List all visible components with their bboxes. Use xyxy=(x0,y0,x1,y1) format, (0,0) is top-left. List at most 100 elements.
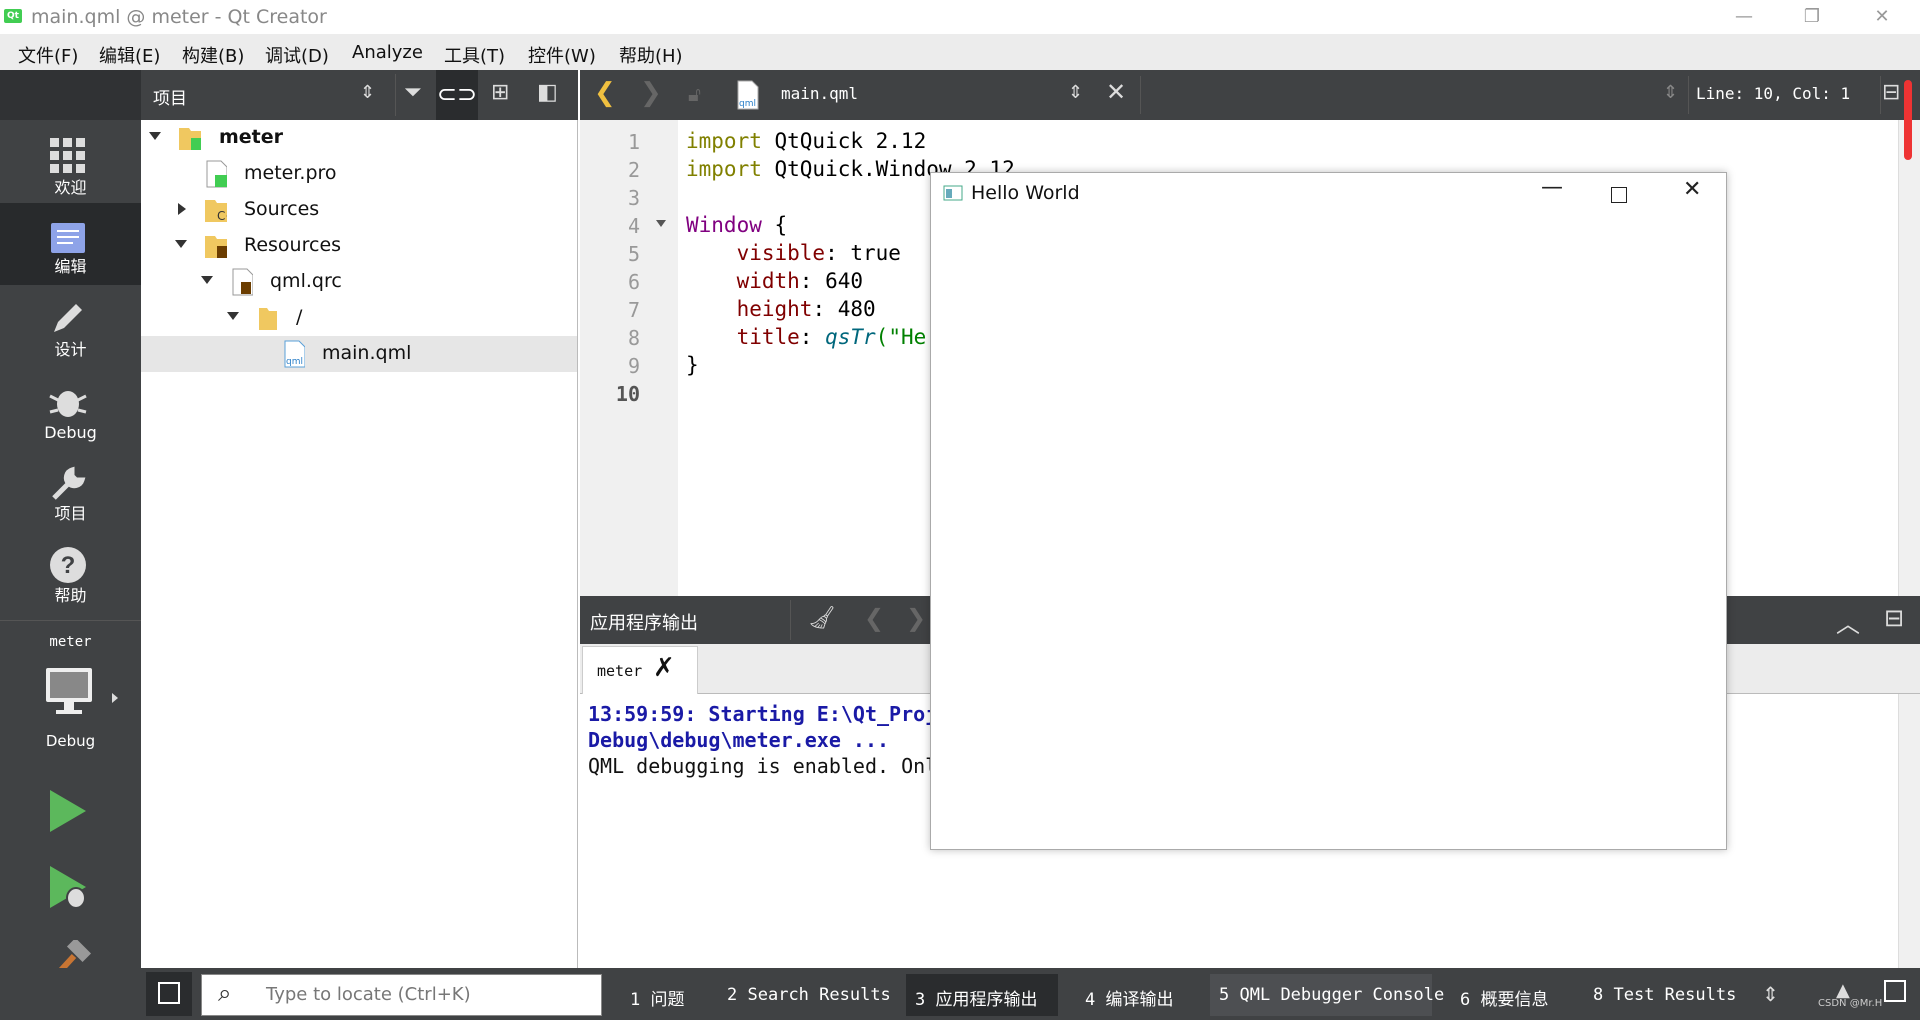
tree-item-resources[interactable]: Resources xyxy=(141,228,577,264)
status-tab-app-output[interactable]: 3 应用程序输出 xyxy=(915,985,1038,1010)
back-icon[interactable]: ❮ xyxy=(594,78,616,108)
menu-build[interactable]: 构建(B) xyxy=(182,42,244,68)
collapse-arrow-icon[interactable] xyxy=(227,312,239,320)
collapse-arrow-icon[interactable] xyxy=(201,276,213,284)
line-number: 4 xyxy=(627,214,640,238)
split-icon[interactable]: ⊞ xyxy=(491,80,509,105)
close-document-icon[interactable]: ✕ xyxy=(1106,78,1126,106)
qt-logo-icon: Qt xyxy=(4,9,22,23)
minimize-button[interactable]: — xyxy=(1714,0,1774,34)
filter-icon[interactable]: ⏷ xyxy=(404,80,422,105)
status-tab-compile-output[interactable]: 4 编译输出 xyxy=(1085,985,1174,1010)
output-line: 13:59:59: Starting E:\Qt_Proj xyxy=(588,702,938,726)
debug-run-button[interactable] xyxy=(48,864,92,916)
close-button[interactable]: ✕ xyxy=(1852,0,1912,34)
close-sidebar-icon[interactable]: ◧ xyxy=(537,80,558,105)
cursor-position[interactable]: Line: 10, Col: 1 xyxy=(1696,84,1850,103)
status-tab-general-messages[interactable]: 6 概要信息 xyxy=(1460,985,1549,1010)
tree-label: Sources xyxy=(244,198,320,220)
link-with-editor-icon[interactable]: ⊂⊃ xyxy=(436,70,478,120)
symbol-combo-arrow-icon[interactable]: ⇕ xyxy=(1663,82,1678,103)
open-file-combo[interactable]: main.qml xyxy=(781,84,858,103)
editor-scrollbar[interactable] xyxy=(1898,120,1920,596)
tree-item-sources[interactable]: C+ Sources xyxy=(141,192,577,228)
tree-item-meter[interactable]: meter xyxy=(141,120,577,156)
lock-icon[interactable]: 🔓︎ xyxy=(688,82,701,106)
mode-debug[interactable]: Debug xyxy=(0,368,141,450)
file-combo-arrow-icon[interactable]: ⇕ xyxy=(1068,82,1083,103)
locator-input[interactable]: ⌕ Type to locate (Ctrl+K) xyxy=(201,974,602,1016)
more-tabs-icon[interactable]: ⇕ xyxy=(1762,982,1779,1006)
thermometer-widget xyxy=(1904,80,1912,160)
collapse-arrow-icon[interactable] xyxy=(149,132,161,140)
split-editor-icon[interactable]: ⊟ xyxy=(1882,80,1900,105)
menu-analyze[interactable]: Analyze xyxy=(352,42,423,63)
tree-item-main-qml[interactable]: qml main.qml xyxy=(141,336,577,372)
mode-help[interactable]: ? 帮助 xyxy=(0,532,141,614)
resources-folder-icon xyxy=(205,236,227,258)
output-pane-title: 应用程序输出 xyxy=(590,613,698,634)
title-bar: Qt main.qml @ meter - Qt Creator — ❐ ✕ xyxy=(0,0,1920,34)
maximize-pane-icon[interactable]: ︿ xyxy=(1836,604,1860,639)
status-tab-qml-debugger-console[interactable]: 5 QML Debugger Console xyxy=(1219,985,1444,1005)
kit-expand-arrow-icon[interactable] xyxy=(112,693,118,703)
app-window-icon xyxy=(943,185,963,201)
next-item-icon[interactable]: ❯ xyxy=(906,604,926,632)
output-line: Debug\debug\meter.exe ... xyxy=(588,728,890,752)
menu-edit[interactable]: 编辑(E) xyxy=(99,42,160,68)
mode-welcome[interactable]: 欢迎 xyxy=(0,124,141,206)
menu-controls[interactable]: 控件(W) xyxy=(528,42,596,68)
pane-switch-icon[interactable]: ⇕ xyxy=(360,82,375,103)
tree-item-prefix[interactable]: / xyxy=(141,300,577,336)
project-tree: meter meter.pro C+ Sources Resources qml… xyxy=(141,120,578,968)
line-number: 2 xyxy=(627,158,640,182)
line-number: 1 xyxy=(627,130,640,154)
close-pane-icon[interactable]: ⊟ xyxy=(1884,604,1904,632)
window-title: main.qml @ meter - Qt Creator xyxy=(31,6,327,28)
mode-projects[interactable]: 项目 xyxy=(0,450,141,532)
hello-world-window[interactable]: Hello World — ✕ xyxy=(930,172,1727,850)
code-line: } xyxy=(686,353,699,377)
close-tab-icon[interactable]: ✗ xyxy=(653,653,675,683)
svg-text:?: ? xyxy=(61,552,76,579)
toggle-output-pane-icon[interactable] xyxy=(1884,980,1906,1002)
editor-toolbar: ❮ ❯ 🔓︎ qml main.qml ⇕ ✕ ⇕ Line: 10, Col:… xyxy=(580,70,1920,120)
menu-bar: 文件(F) 编辑(E) 构建(B) 调试(D) Analyze 工具(T) 控件… xyxy=(0,34,1920,70)
hello-maximize-button[interactable] xyxy=(1611,187,1627,203)
tree-label: qml.qrc xyxy=(270,270,342,292)
menu-file[interactable]: 文件(F) xyxy=(18,42,78,68)
mode-label: 欢迎 xyxy=(54,178,87,197)
qt-project-icon xyxy=(179,128,201,150)
status-tab-test-results[interactable]: 8 Test Results xyxy=(1593,985,1736,1005)
mode-design[interactable]: 设计 xyxy=(0,286,141,368)
expand-arrow-icon[interactable] xyxy=(178,203,186,215)
tree-label: meter.pro xyxy=(244,162,337,184)
fold-marker-icon[interactable] xyxy=(656,220,666,227)
kit-selector[interactable] xyxy=(44,666,96,720)
status-tab-issues[interactable]: 1 问题 xyxy=(630,985,685,1010)
toggle-sidebar-icon[interactable] xyxy=(158,982,180,1004)
run-button[interactable] xyxy=(48,788,88,838)
kit-config: Debug xyxy=(45,732,96,750)
forward-icon[interactable]: ❯ xyxy=(640,78,662,108)
tree-item-pro[interactable]: meter.pro xyxy=(141,156,577,192)
output-scrollbar[interactable] xyxy=(1898,694,1920,968)
clear-output-icon[interactable]: 🧹︎ xyxy=(808,606,836,631)
tree-item-qrc[interactable]: qml.qrc xyxy=(141,264,577,300)
menu-tools[interactable]: 工具(T) xyxy=(444,42,505,68)
restore-button[interactable]: ❐ xyxy=(1782,0,1842,34)
menu-debug[interactable]: 调试(D) xyxy=(265,42,329,68)
mode-edit[interactable]: 编辑 xyxy=(0,203,141,285)
mode-label: 编辑 xyxy=(54,257,87,276)
status-tab-search-results[interactable]: 2 Search Results xyxy=(727,985,891,1005)
hello-close-button[interactable]: ✕ xyxy=(1683,177,1701,202)
output-tab-meter[interactable]: meter ✗ xyxy=(582,646,698,694)
hello-minimize-button[interactable]: — xyxy=(1541,175,1563,200)
line-number: 8 xyxy=(627,326,640,350)
output-tab-label: meter xyxy=(597,662,643,680)
collapse-arrow-icon[interactable] xyxy=(175,240,187,248)
menu-help[interactable]: 帮助(H) xyxy=(619,42,683,68)
locator-placeholder: Type to locate (Ctrl+K) xyxy=(266,984,471,1005)
previous-item-icon[interactable]: ❮ xyxy=(864,604,884,632)
bug-icon xyxy=(49,391,87,417)
